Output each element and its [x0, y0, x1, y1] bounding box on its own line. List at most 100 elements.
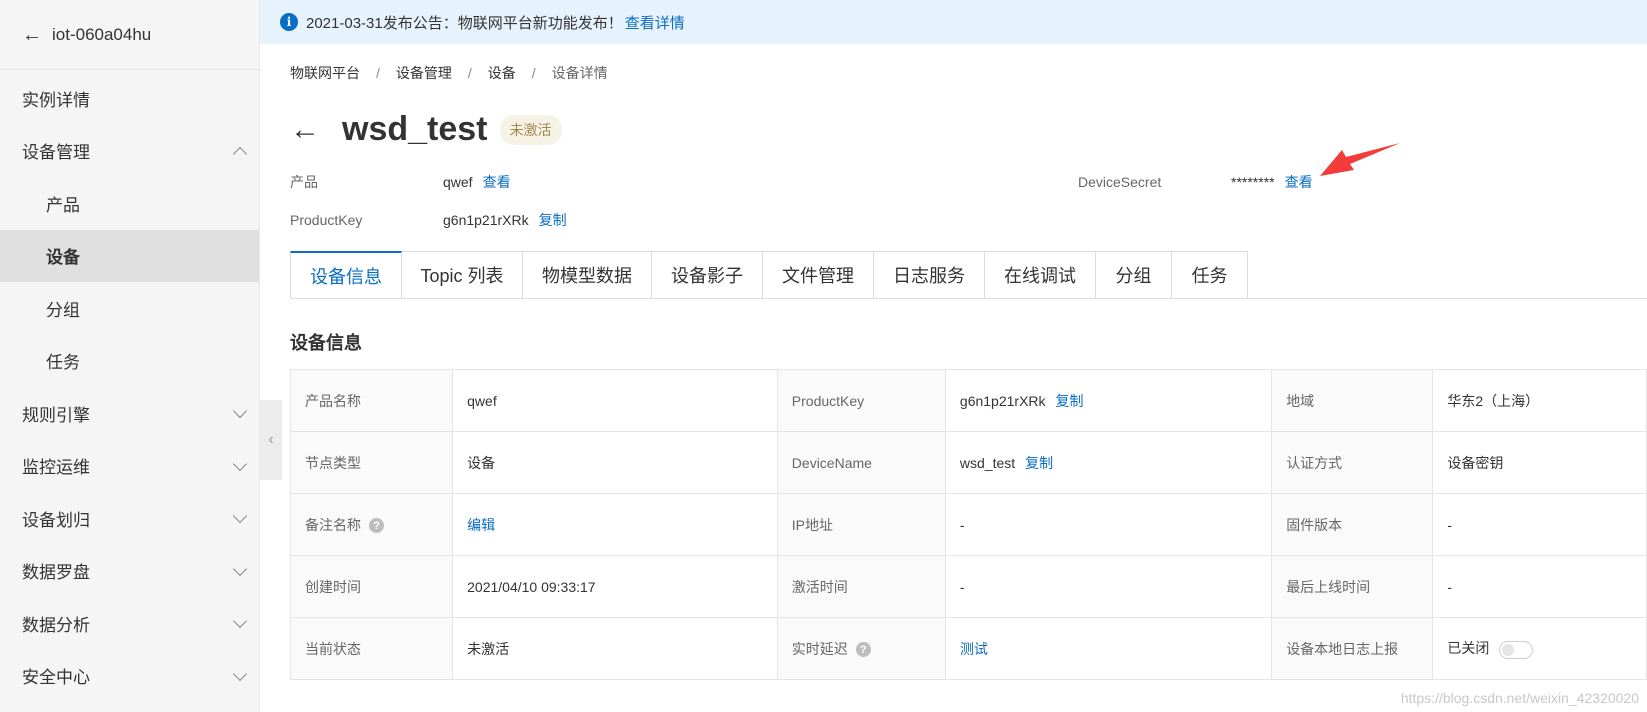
productkey-value: g6n1p21rXRk — [959, 392, 1046, 409]
productkey-copy-button[interactable]: 复制 — [1056, 393, 1084, 409]
tab-log-service[interactable]: 日志服务 — [874, 251, 985, 299]
help-icon[interactable]: ? — [855, 642, 871, 658]
chevron-down-icon — [232, 561, 248, 576]
log-report-status: 已关闭 — [1447, 640, 1490, 657]
sidebar-item-label: 设备管理 — [22, 143, 90, 163]
devicename-copy-button[interactable]: 复制 — [1025, 455, 1053, 471]
sidebar-item-label: 分组 — [46, 300, 80, 320]
devicesecret-view-link[interactable]: 查看 — [1285, 172, 1313, 192]
field-label: IP地址 — [776, 493, 946, 556]
meta-productkey: ProductKey g6n1p21rXRk 复制 — [290, 210, 567, 230]
sidebar-item-label: 规则引擎 — [22, 405, 90, 425]
tab-topic-list[interactable]: Topic 列表 — [402, 251, 523, 299]
sidebar-item-label: 数据分析 — [22, 615, 90, 635]
sidebar: ← iot-060a04hu 实例详情 设备管理 产品 设备 分组 任务 规则引… — [0, 0, 260, 712]
notice-bar: i 2021-03-31发布公告：物联网平台新功能发布！ 查看详情 — [260, 0, 1647, 44]
field-value: 2021/04/10 09:33:17 — [452, 555, 778, 618]
sidebar-item-device-assignment[interactable]: 设备划归 — [0, 492, 259, 545]
latency-test-link[interactable]: 测试 — [960, 641, 988, 657]
sidebar-item-group[interactable]: 分组 — [0, 282, 259, 335]
breadcrumb-separator: / — [376, 65, 380, 81]
chevron-down-icon — [232, 614, 248, 629]
field-value: g6n1p21rXRk 复制 — [944, 369, 1273, 432]
field-label: 认证方式 — [1271, 431, 1434, 494]
field-value: - — [944, 555, 1273, 618]
chevron-down-icon — [232, 666, 248, 681]
watermark: https://blog.csdn.net/weixin_42320020 — [1400, 690, 1639, 706]
field-label: 激活时间 — [776, 555, 946, 618]
notice-details-link[interactable]: 查看详情 — [625, 12, 685, 33]
sidebar-item-task[interactable]: 任务 — [0, 335, 259, 388]
tab-thing-model-data[interactable]: 物模型数据 — [523, 251, 652, 299]
meta-label: 产品 — [290, 174, 318, 190]
field-value: 设备 — [452, 431, 778, 494]
field-value: 华东2（上海） — [1432, 369, 1647, 432]
sidebar-item-label: 产品 — [46, 195, 80, 215]
meta-value: g6n1p21rXRk — [443, 212, 529, 228]
meta-value: ******** — [1231, 174, 1275, 190]
field-value: qwef — [452, 369, 778, 432]
sidebar-item-monitoring[interactable]: 监控运维 — [0, 440, 259, 493]
field-value: 未激活 — [452, 617, 778, 680]
chevron-down-icon — [232, 456, 248, 471]
sidebar-item-device[interactable]: 设备 — [0, 229, 259, 282]
breadcrumb-device[interactable]: 设备 — [488, 63, 516, 83]
breadcrumb: 物联网平台 / 设备管理 / 设备 / 设备详情 — [290, 63, 608, 83]
tab-online-debug[interactable]: 在线调试 — [985, 251, 1096, 299]
help-icon[interactable]: ? — [369, 518, 384, 534]
sidebar-item-security-center[interactable]: 安全中心 — [0, 650, 259, 703]
tab-group[interactable]: 分组 — [1096, 251, 1172, 299]
field-value: - — [1432, 555, 1647, 618]
sidebar-item-product[interactable]: 产品 — [0, 177, 259, 230]
log-report-toggle[interactable] — [1499, 640, 1534, 659]
breadcrumb-separator: / — [531, 65, 536, 81]
back-arrow-icon[interactable]: ← — [22, 25, 42, 45]
device-info-table: 产品名称 qwef ProductKey g6n1p21rXRk 复制 地域 华东… — [289, 369, 1647, 680]
sidebar-item-label: 安全中心 — [22, 668, 90, 688]
sidebar-item-rule-engine[interactable]: 规则引擎 — [0, 387, 259, 440]
field-label: 设备本地日志上报 — [1271, 617, 1434, 680]
field-value: 测试 — [944, 617, 1273, 680]
tab-file-management[interactable]: 文件管理 — [763, 251, 874, 299]
meta-label: DeviceSecret — [1078, 174, 1162, 190]
instance-title: iot-060a04hu — [52, 24, 152, 44]
sidebar-item-instance-details[interactable]: 实例详情 — [0, 72, 259, 125]
table-row: 产品名称 qwef ProductKey g6n1p21rXRk 复制 地域 华东… — [289, 369, 1647, 432]
sidebar-item-label: 监控运维 — [22, 458, 90, 478]
sidebar-collapse-handle[interactable]: ‹ — [260, 400, 282, 480]
remark-label: 备注名称 — [305, 516, 361, 533]
breadcrumb-iot-platform[interactable]: 物联网平台 — [290, 63, 360, 83]
latency-label: 实时延迟 — [791, 640, 848, 657]
tab-device-shadow[interactable]: 设备影子 — [652, 251, 763, 299]
sidebar-item-data-analysis[interactable]: 数据分析 — [0, 597, 259, 650]
field-label: 固件版本 — [1271, 493, 1434, 556]
product-view-link[interactable]: 查看 — [483, 172, 511, 192]
remark-edit-link[interactable]: 编辑 — [467, 517, 495, 533]
field-label: DeviceName — [776, 431, 946, 494]
sidebar-item-label: 数据罗盘 — [22, 563, 90, 583]
info-icon: i — [280, 13, 298, 31]
table-row: 备注名称? 编辑 IP地址 - 固件版本 - — [289, 493, 1647, 556]
meta-devicesecret: DeviceSecret ******** 查看 — [1078, 172, 1313, 192]
productkey-copy-link[interactable]: 复制 — [539, 210, 567, 230]
field-value: 设备密钥 — [1432, 431, 1647, 494]
tab-device-info[interactable]: 设备信息 — [290, 251, 402, 299]
field-value: 已关闭 — [1432, 617, 1647, 680]
sidebar-item-data-compass[interactable]: 数据罗盘 — [0, 545, 259, 598]
tab-task[interactable]: 任务 — [1172, 251, 1248, 299]
page-title: wsd_test — [342, 110, 488, 148]
notice-text: 2021-03-31发布公告：物联网平台新功能发布！ — [306, 14, 623, 32]
back-arrow-icon[interactable]: ← — [290, 114, 320, 145]
page-title-row: ← wsd_test 未激活 — [290, 110, 562, 149]
field-label: 产品名称 — [289, 369, 454, 432]
breadcrumb-device-management[interactable]: 设备管理 — [396, 63, 452, 83]
chevron-left-icon: ‹ — [268, 431, 274, 448]
field-label: ProductKey — [776, 369, 946, 432]
tab-divider — [290, 298, 1647, 299]
field-label: 实时延迟? — [776, 617, 946, 680]
tab-bar: 设备信息 Topic 列表 物模型数据 设备影子 文件管理 日志服务 在线调试 … — [290, 251, 1248, 299]
field-value: - — [944, 493, 1273, 556]
field-label: 地域 — [1271, 369, 1434, 432]
sidebar-item-device-management[interactable]: 设备管理 — [0, 125, 259, 178]
field-value: - — [1432, 493, 1647, 556]
